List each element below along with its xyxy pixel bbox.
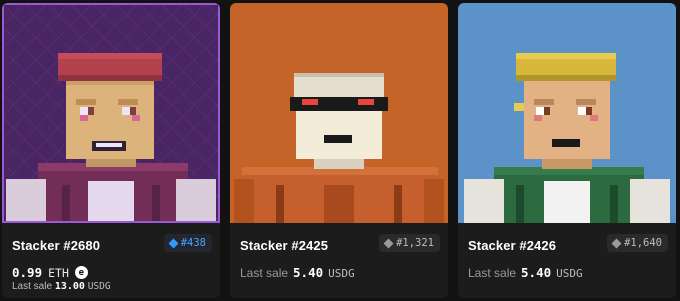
nft-image[interactable]: [230, 3, 448, 223]
diamond-icon: [168, 238, 179, 248]
last-sale-label: Last sale: [12, 281, 53, 292]
last-sale-unit: USDG: [328, 267, 355, 280]
nft-card[interactable]: Stacker #2425 #1,321 Last sale 5.40 USDG: [230, 3, 448, 298]
rarity-rank: #1,640: [624, 237, 662, 249]
nft-name: Stacker #2680: [12, 238, 101, 253]
last-sale-value: 5.40: [521, 265, 552, 280]
nft-name: Stacker #2426: [468, 238, 557, 253]
price-value: 0.99: [12, 265, 43, 280]
rarity-rank-badge: #1,321: [379, 234, 440, 252]
diamond-icon: [611, 238, 622, 248]
nft-image[interactable]: [2, 3, 220, 223]
stacker-portrait: [230, 3, 448, 223]
last-sale-value: 13.00: [54, 281, 85, 292]
nft-name: Stacker #2425: [240, 238, 329, 253]
last-sale-value: 5.40: [293, 265, 324, 280]
last-sale: Last sale 13.00 USDG: [12, 281, 111, 292]
eth-icon: e: [74, 266, 88, 279]
last-sale: Last sale 5.40 USDG: [240, 265, 355, 280]
rarity-rank: #438: [180, 237, 206, 249]
stacker-portrait: [458, 3, 676, 223]
nft-image[interactable]: [458, 3, 676, 223]
rarity-rank: #1,321: [396, 237, 434, 249]
listing-price: 0.99 ETH e: [12, 265, 88, 280]
last-sale-unit: USDG: [556, 267, 583, 280]
last-sale: Last sale 5.40 USDG: [468, 265, 583, 280]
last-sale-label: Last sale: [468, 266, 517, 280]
diamond-icon: [383, 238, 394, 248]
rarity-rank-badge: #1,640: [607, 234, 668, 252]
last-sale-unit: USDG: [87, 281, 111, 292]
price-unit: ETH: [48, 265, 69, 280]
last-sale-label: Last sale: [240, 266, 289, 280]
nft-card[interactable]: Stacker #2680 #438 0.99 ETH e Last sale …: [2, 3, 220, 298]
stacker-portrait: [2, 3, 220, 223]
rarity-rank-badge: #438: [163, 234, 212, 252]
nft-card[interactable]: Stacker #2426 #1,640 Last sale 5.40 USDG: [458, 3, 676, 298]
